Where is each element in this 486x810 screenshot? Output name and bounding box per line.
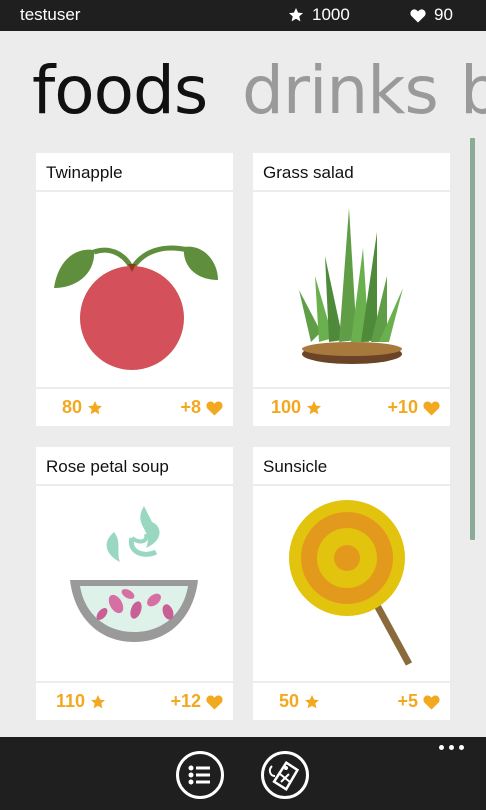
- item-name: Twinapple: [46, 163, 123, 182]
- tab-foods[interactable]: foods: [32, 52, 208, 129]
- item-card-sunsicle[interactable]: Sunsicle 50 +5: [253, 447, 450, 720]
- list-icon: [188, 765, 210, 785]
- item-name: Sunsicle: [263, 457, 328, 476]
- status-bar: testuser 1000 90: [0, 0, 486, 31]
- pivot-header: foods drinks b: [0, 52, 486, 142]
- star-icon: [305, 694, 320, 708]
- list-button[interactable]: [176, 751, 224, 799]
- item-name: Rose petal soup: [46, 457, 169, 476]
- price-value: 50: [279, 691, 300, 711]
- divider: [253, 681, 450, 683]
- divider: [36, 681, 233, 683]
- hearts-counter: 90: [410, 5, 453, 25]
- heart-icon: [206, 401, 223, 415]
- bonus: +12: [170, 691, 223, 712]
- rose-petal-soup-icon: [70, 506, 198, 642]
- item-name: Grass salad: [263, 163, 354, 182]
- shop-tag-icon: [268, 760, 300, 792]
- tab-drinks[interactable]: drinks: [242, 52, 439, 129]
- scroll-indicator[interactable]: [470, 138, 475, 540]
- item-card-rose-petal-soup[interactable]: Rose petal soup 110 +12: [36, 447, 233, 720]
- shop-button[interactable]: [261, 751, 309, 799]
- price: 110: [56, 691, 106, 712]
- star-icon: [91, 694, 106, 708]
- bonus: +5: [397, 691, 440, 712]
- app-bar: [0, 737, 486, 810]
- heart-icon: [423, 695, 440, 709]
- price: 100: [271, 397, 322, 418]
- divider: [253, 387, 450, 389]
- username-label: testuser: [20, 5, 81, 24]
- item-card-twinapple[interactable]: Twinapple 80 +8: [36, 153, 233, 426]
- price: 80: [62, 397, 103, 418]
- heart-icon: [423, 401, 440, 415]
- hearts-value: 90: [434, 5, 453, 24]
- heart-icon: [410, 8, 426, 22]
- twinapple-icon: [54, 245, 218, 370]
- bonus-value: +5: [397, 691, 418, 711]
- bonus-value: +10: [387, 397, 418, 417]
- stars-counter: 1000: [288, 5, 350, 25]
- bonus-value: +12: [170, 691, 201, 711]
- stars-value: 1000: [312, 5, 350, 24]
- price: 50: [279, 691, 320, 712]
- price-value: 80: [62, 397, 83, 417]
- heart-icon: [206, 695, 223, 709]
- star-icon: [289, 8, 303, 22]
- bonus: +10: [387, 397, 440, 418]
- price-value: 100: [271, 397, 302, 417]
- item-card-grass-salad[interactable]: Grass salad 100 +10: [253, 153, 450, 426]
- price-value: 110: [56, 691, 86, 711]
- bonus-value: +8: [180, 397, 201, 417]
- grass-salad-icon: [299, 208, 403, 364]
- ellipsis-icon[interactable]: [439, 745, 464, 750]
- divider: [36, 387, 233, 389]
- sunsicle-icon: [289, 500, 413, 666]
- star-icon: [88, 400, 103, 414]
- star-icon: [307, 400, 322, 414]
- tab-next-partial[interactable]: b: [460, 52, 486, 129]
- bonus: +8: [180, 397, 223, 418]
